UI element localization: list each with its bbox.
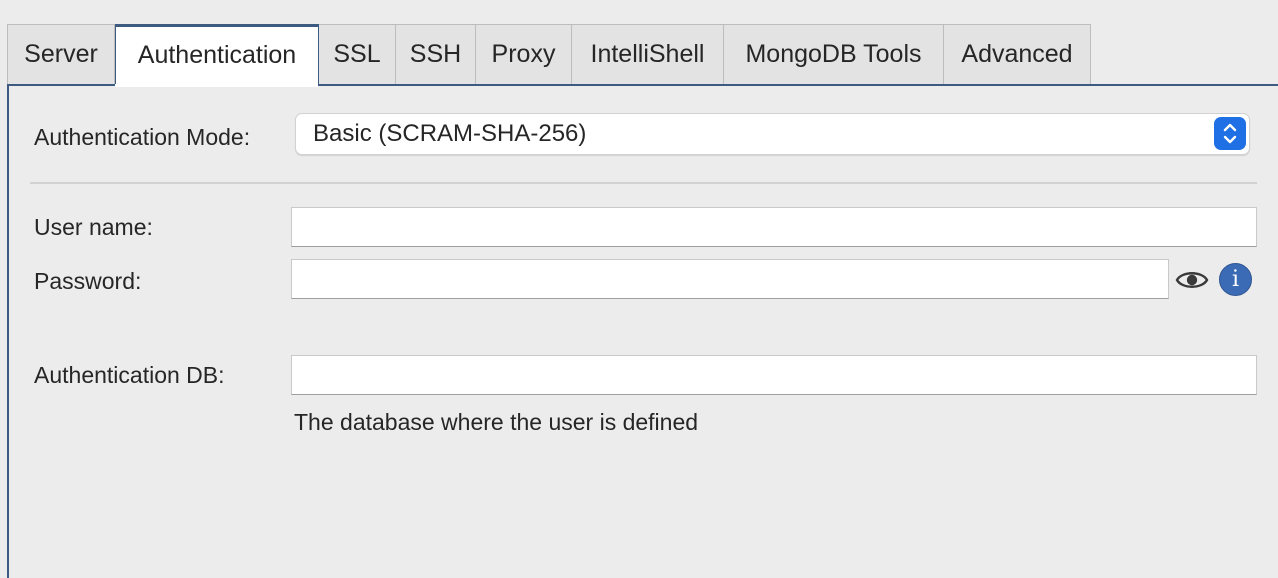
password-label: Password:: [34, 268, 142, 294]
auth-db-field[interactable]: [291, 355, 1257, 395]
info-icon[interactable]: i: [1219, 263, 1252, 296]
eye-icon[interactable]: [1174, 264, 1210, 296]
section-divider: [30, 182, 1257, 184]
tab-authentication[interactable]: Authentication: [115, 24, 319, 85]
auth-mode-value: Basic (SCRAM-SHA-256): [313, 120, 587, 147]
active-tab-connector: [115, 84, 318, 87]
auth-db-hint: The database where the user is defined: [294, 409, 699, 435]
tab-advanced[interactable]: Advanced: [944, 24, 1091, 85]
username-field[interactable]: [291, 207, 1257, 247]
tab-ssl[interactable]: SSL: [319, 24, 396, 85]
tab-bar: Server Authentication SSL SSH Proxy Inte…: [7, 24, 1091, 85]
tab-ssh[interactable]: SSH: [396, 24, 476, 85]
connection-settings-window: Server Authentication SSL SSH Proxy Inte…: [0, 0, 1278, 578]
auth-mode-label: Authentication Mode:: [34, 124, 251, 150]
username-label: User name:: [34, 214, 153, 240]
auth-mode-select[interactable]: Basic (SCRAM-SHA-256): [295, 113, 1250, 155]
password-field[interactable]: [291, 259, 1169, 299]
chevron-updown-icon[interactable]: [1214, 117, 1246, 150]
tab-intellishell[interactable]: IntelliShell: [572, 24, 724, 85]
auth-db-label: Authentication DB:: [34, 362, 225, 388]
authentication-panel: [7, 84, 1278, 578]
tab-proxy[interactable]: Proxy: [476, 24, 572, 85]
tab-server[interactable]: Server: [7, 24, 115, 85]
tab-mongodb-tools[interactable]: MongoDB Tools: [724, 24, 944, 85]
